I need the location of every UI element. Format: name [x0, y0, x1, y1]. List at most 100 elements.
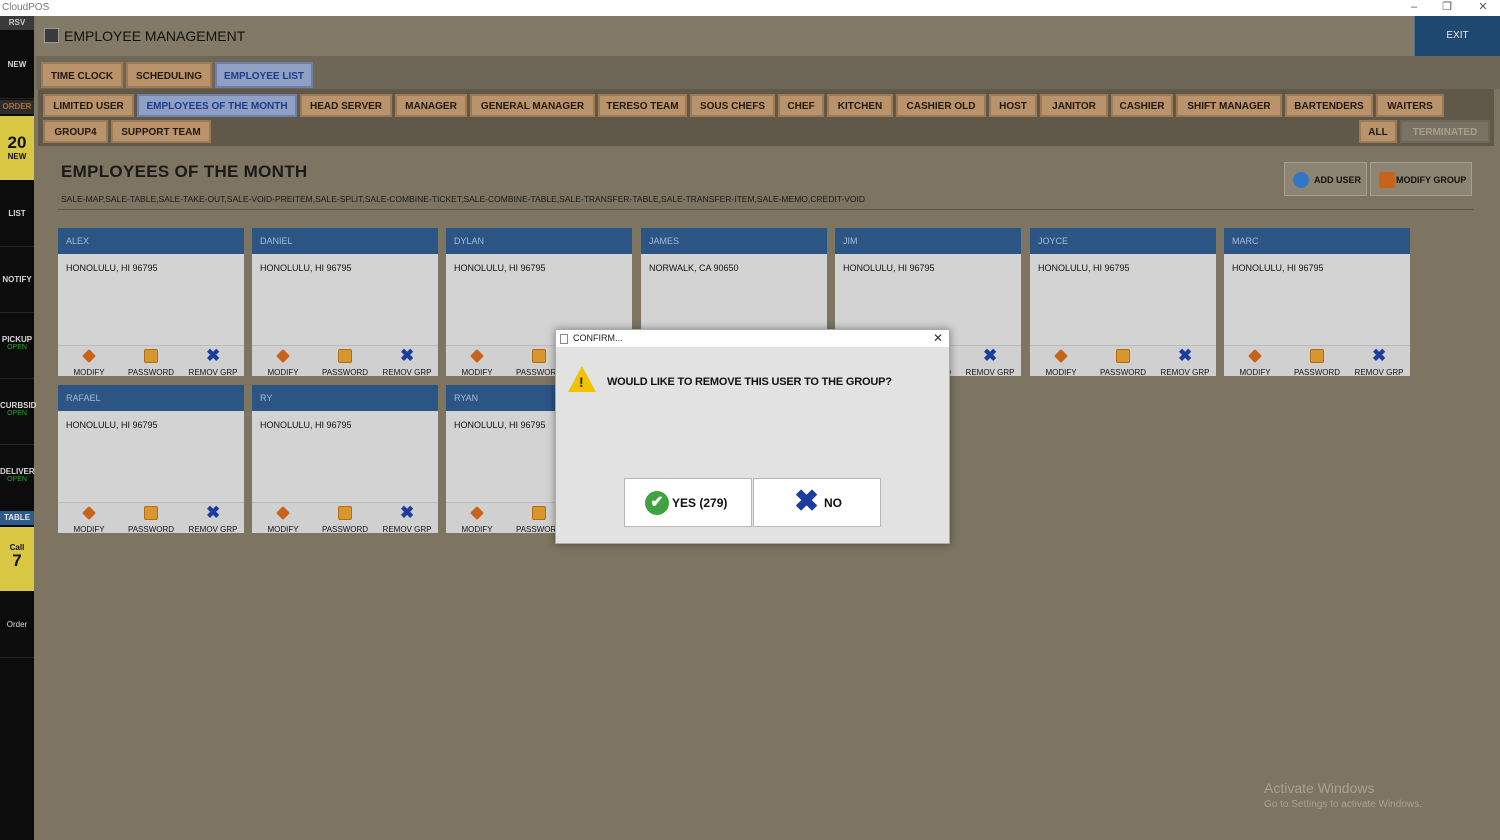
remove-group-button[interactable]: ✖REMOV GRP [1154, 346, 1216, 377]
group-tabs: LIMITED USER EMPLOYEES OF THE MONTH HEAD… [38, 89, 1494, 146]
pencil-icon [276, 506, 290, 520]
password-button[interactable]: PASSWORD [314, 346, 376, 377]
pencil-icon [1248, 349, 1262, 363]
modify-group-button[interactable]: MODIFY GROUP [1370, 162, 1472, 196]
minimize-icon[interactable]: – [1397, 0, 1431, 15]
group-tab[interactable]: SUPPORT TEAM [111, 120, 211, 143]
group-tab[interactable]: TERESO TEAM [598, 94, 687, 117]
group-tab[interactable]: SOUS CHEFS [690, 94, 775, 117]
curbside-label: CURBSID [0, 401, 37, 410]
password-button[interactable]: PASSWORD [314, 503, 376, 534]
sidebar-delivery[interactable]: DELIVER OPEN [0, 467, 35, 483]
pencil-icon [1054, 349, 1068, 363]
modify-button[interactable]: MODIFY [1030, 346, 1092, 377]
remove-group-button[interactable]: ✖REMOV GRP [959, 346, 1021, 377]
sidebar-list[interactable]: LIST [0, 209, 34, 218]
x-icon: ✖ [400, 346, 415, 365]
employee-address: NORWALK, CA 90650 [649, 263, 739, 273]
delivery-label: DELIVER [0, 467, 35, 476]
group-tab[interactable]: KITCHEN [827, 94, 893, 117]
sidebar-rsv-header[interactable]: RSV [0, 16, 34, 30]
employee-address: HONOLULU, HI 96795 [843, 263, 935, 273]
group-tab[interactable]: MANAGER [395, 94, 467, 117]
add-user-label: ADD USER [1314, 175, 1362, 185]
group-tab[interactable]: EMPLOYEES OF THE MONTH [137, 94, 297, 117]
sidebar-new-orders[interactable]: 20 NEW [0, 116, 34, 180]
sidebar-pickup[interactable]: PICKUP OPEN [0, 335, 34, 351]
group-tab[interactable]: HEAD SERVER [300, 94, 392, 117]
close-window-icon[interactable]: ✕ [1466, 0, 1500, 15]
employee-card[interactable]: ALEX HONOLULU, HI 96795 MODIFY PASSWORD … [58, 228, 244, 377]
employee-card[interactable]: RY HONOLULU, HI 96795 MODIFY PASSWORD ✖ R… [252, 385, 438, 534]
group-tab[interactable]: GROUP4 [43, 120, 108, 143]
tab-scheduling[interactable]: SCHEDULING [126, 62, 212, 88]
group-tab[interactable]: GENERAL MANAGER [470, 94, 595, 117]
lock-icon [144, 506, 158, 520]
tab-time-clock[interactable]: TIME CLOCK [41, 62, 123, 88]
sidebar-table-header[interactable]: TABLE [0, 511, 34, 525]
sidebar-order-bottom[interactable]: Order [0, 620, 34, 629]
employee-card[interactable]: RAFAEL HONOLULU, HI 96795 MODIFY PASSWOR… [58, 385, 244, 534]
group-tab[interactable]: BARTENDERS [1285, 94, 1373, 117]
modify-button[interactable]: MODIFY [1224, 346, 1286, 377]
remove-group-button[interactable]: ✖REMOV GRP [182, 346, 244, 377]
group-tab[interactable]: CASHIER OLD [896, 94, 986, 117]
add-user-button[interactable]: ADD USER [1284, 162, 1367, 196]
group-tab[interactable]: LIMITED USER [43, 94, 134, 117]
group-tab[interactable]: HOST [989, 94, 1037, 117]
group-tab[interactable]: CHEF [778, 94, 824, 117]
employee-icon [44, 28, 59, 43]
close-icon[interactable]: ✕ [933, 330, 943, 347]
password-button[interactable]: PASSWORD [120, 346, 182, 377]
group-tab[interactable]: JANITOR [1040, 94, 1108, 117]
password-button[interactable]: PASSWORD [1286, 346, 1348, 377]
sidebar-call[interactable]: Call 7 [0, 527, 34, 591]
modify-button[interactable]: MODIFY [58, 503, 120, 534]
yes-button[interactable]: ✔ YES (279) [624, 478, 752, 527]
card-actions: MODIFY PASSWORD ✖REMOV GRP [1224, 345, 1410, 377]
modify-button[interactable]: MODIFY [446, 346, 508, 377]
password-button[interactable]: PASSWORD [1092, 346, 1154, 377]
lock-icon [532, 506, 546, 520]
group-tab[interactable]: WAITERS [1376, 94, 1444, 117]
filter-all-tab[interactable]: ALL [1359, 120, 1397, 143]
employee-name: DYLAN [446, 228, 632, 254]
restore-icon[interactable]: ❐ [1430, 0, 1464, 15]
remove-group-button[interactable]: ✖REMOV GRP [376, 503, 438, 534]
delivery-status: OPEN [7, 476, 27, 483]
group-tab[interactable]: CASHIER [1111, 94, 1173, 117]
card-actions: MODIFY PASSWORD ✖REMOV GRP [1030, 345, 1216, 377]
modify-button[interactable]: MODIFY [58, 346, 120, 377]
sidebar-order-header[interactable]: ORDER [0, 100, 34, 114]
filter-terminated-tab[interactable]: TERMINATED [1400, 120, 1490, 143]
exit-button[interactable]: EXIT [1414, 16, 1500, 56]
employee-address: HONOLULU, HI 96795 [1232, 263, 1324, 273]
pencil-icon [82, 506, 96, 520]
no-button[interactable]: ✖ NO [753, 478, 881, 527]
tab-employee-list[interactable]: EMPLOYEE LIST [215, 62, 313, 88]
sidebar-new[interactable]: NEW [0, 60, 34, 69]
sidebar-notify[interactable]: NOTIFY [0, 275, 34, 284]
employee-name: JAMES [641, 228, 827, 254]
employee-card[interactable]: MARC HONOLULU, HI 96795 MODIFY PASSWORD … [1224, 228, 1410, 377]
password-button[interactable]: PASSWORD [120, 503, 182, 534]
remove-group-button[interactable]: ✖REMOV GRP [1348, 346, 1410, 377]
sidebar-curbside[interactable]: CURBSID OPEN [0, 401, 37, 417]
card-actions: MODIFY PASSWORD ✖REMOV GRP [252, 345, 438, 377]
modify-group-label: MODIFY GROUP [1396, 175, 1467, 185]
modify-button[interactable]: MODIFY [446, 503, 508, 534]
new-orders-count: 20 [7, 133, 27, 152]
modify-button[interactable]: MODIFY [252, 346, 314, 377]
employee-card[interactable]: JOYCE HONOLULU, HI 96795 MODIFY PASSWORD… [1030, 228, 1216, 377]
pencil-icon [470, 349, 484, 363]
modify-button[interactable]: MODIFY [252, 503, 314, 534]
curbside-status: OPEN [7, 410, 27, 417]
page-header-title: EMPLOYEE MANAGEMENT [64, 28, 246, 44]
card-actions: MODIFY PASSWORD ✖REMOV GRP [252, 502, 438, 534]
remove-group-button[interactable]: ✖REMOV GRP [182, 503, 244, 534]
app-title: CloudPOS [2, 2, 50, 13]
x-icon: ✖ [206, 503, 221, 522]
employee-card[interactable]: DANIEL HONOLULU, HI 96795 MODIFY PASSWOR… [252, 228, 438, 377]
group-tab[interactable]: SHIFT MANAGER [1176, 94, 1282, 117]
remove-group-button[interactable]: ✖REMOV GRP [376, 346, 438, 377]
